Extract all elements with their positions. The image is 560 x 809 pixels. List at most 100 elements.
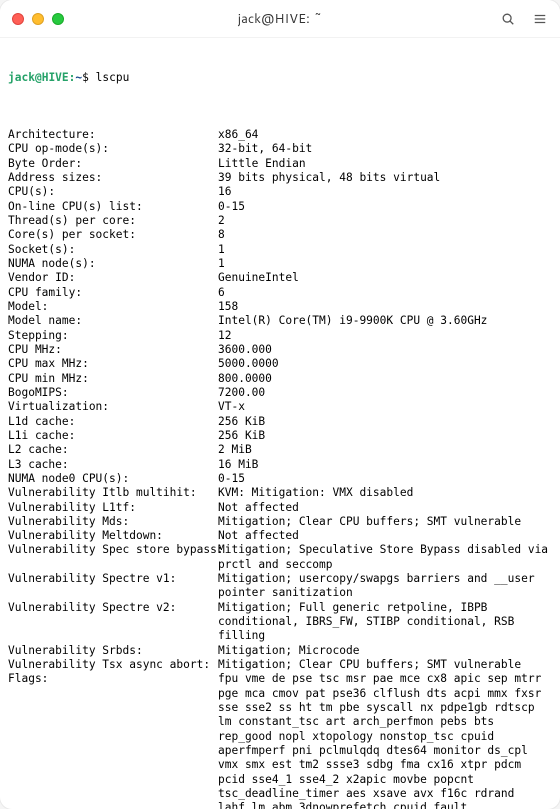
- output-label: CPU MHz:: [8, 343, 218, 357]
- output-value: Intel(R) Core(TM) i9-9900K CPU @ 3.60GHz: [218, 314, 552, 328]
- output-row: Socket(s):1: [8, 243, 552, 257]
- output-label: Flags:: [8, 672, 218, 686]
- output-label: Byte Order:: [8, 157, 218, 171]
- output-value: 16 MiB: [218, 458, 552, 472]
- close-icon[interactable]: [12, 13, 24, 25]
- output-row: L2 cache:2 MiB: [8, 443, 552, 457]
- output-value: x86_64: [218, 128, 552, 142]
- prompt-user: jack: [8, 71, 35, 84]
- output-label: L3 cache:: [8, 458, 218, 472]
- output-row: Flags:fpu vme de pse tsc msr pae mce cx8…: [8, 672, 552, 809]
- output-value: 2: [218, 214, 552, 228]
- output-label: Vulnerability Meltdown:: [8, 529, 218, 543]
- output-value: 800.0000: [218, 372, 552, 386]
- minimize-icon[interactable]: [32, 13, 44, 25]
- output-row: CPU op-mode(s):32-bit, 64-bit: [8, 142, 552, 156]
- output-label: Vulnerability Spectre v2:: [8, 601, 218, 615]
- output-label: Thread(s) per core:: [8, 214, 218, 228]
- output-row: Virtualization:VT-x: [8, 400, 552, 414]
- output-row: L1i cache:256 KiB: [8, 429, 552, 443]
- output-row: Vulnerability Spectre v2:Mitigation; Ful…: [8, 601, 552, 644]
- output-row: L1d cache:256 KiB: [8, 415, 552, 429]
- output-row: Model:158: [8, 300, 552, 314]
- output-label: Model name:: [8, 314, 218, 328]
- prompt-line-1: jack@HIVE:~$ lscpu: [8, 71, 552, 85]
- output-row: Vulnerability Spectre v1:Mitigation; use…: [8, 572, 552, 601]
- output-row: Vulnerability Tsx async abort:Mitigation…: [8, 658, 552, 672]
- output-row: Vulnerability Meltdown:Not affected: [8, 529, 552, 543]
- window-controls: [12, 13, 64, 25]
- output-row: Core(s) per socket:8: [8, 228, 552, 242]
- output-row: Architecture:x86_64: [8, 128, 552, 142]
- output-label: Vulnerability Spec store bypass:: [8, 543, 218, 557]
- output-row: CPU(s):16: [8, 185, 552, 199]
- output-value: GenuineIntel: [218, 271, 552, 285]
- output-row: NUMA node(s):1: [8, 257, 552, 271]
- output-value: 32-bit, 64-bit: [218, 142, 552, 156]
- output-label: NUMA node0 CPU(s):: [8, 472, 218, 486]
- output-value: 16: [218, 185, 552, 199]
- output-value: 158: [218, 300, 552, 314]
- output-row: Model name:Intel(R) Core(TM) i9-9900K CP…: [8, 314, 552, 328]
- terminal-window: jack@HIVE: ~ jack@HIVE:~$ lscpu Architec…: [0, 0, 560, 809]
- output-label: Socket(s):: [8, 243, 218, 257]
- output-label: CPU max MHz:: [8, 357, 218, 371]
- output-value: 1: [218, 257, 552, 271]
- output-value: Mitigation; Full generic retpoline, IBPB…: [218, 601, 552, 644]
- output-value: 0-15: [218, 472, 552, 486]
- output-value: 39 bits physical, 48 bits virtual: [218, 171, 552, 185]
- output-row: Address sizes:39 bits physical, 48 bits …: [8, 171, 552, 185]
- output-value: Little Endian: [218, 157, 552, 171]
- output-label: Vulnerability L1tf:: [8, 501, 218, 515]
- output-value: 7200.00: [218, 386, 552, 400]
- output-label: CPU family:: [8, 286, 218, 300]
- output-value: 1: [218, 243, 552, 257]
- output-label: Core(s) per socket:: [8, 228, 218, 242]
- output-label: Vulnerability Srbds:: [8, 644, 218, 658]
- output-label: Vendor ID:: [8, 271, 218, 285]
- output-label: On-line CPU(s) list:: [8, 200, 218, 214]
- output-row: On-line CPU(s) list:0-15: [8, 200, 552, 214]
- output-value: Mitigation; Microcode: [218, 644, 552, 658]
- output-row: NUMA node0 CPU(s):0-15: [8, 472, 552, 486]
- output-row: CPU MHz:3600.000: [8, 343, 552, 357]
- window-title: jack@HIVE: ~: [0, 10, 560, 28]
- output-row: BogoMIPS:7200.00: [8, 386, 552, 400]
- output-value: 8: [218, 228, 552, 242]
- output-label: CPU op-mode(s):: [8, 142, 218, 156]
- output-value: Not affected: [218, 501, 552, 515]
- prompt-at: @: [35, 71, 42, 84]
- output-row: Vulnerability Mds:Mitigation; Clear CPU …: [8, 515, 552, 529]
- output-row: Vulnerability Itlb multihit:KVM: Mitigat…: [8, 486, 552, 500]
- output-row: CPU family:6: [8, 286, 552, 300]
- maximize-icon[interactable]: [52, 13, 64, 25]
- output-row: L3 cache:16 MiB: [8, 458, 552, 472]
- titlebar: jack@HIVE: ~: [0, 0, 560, 38]
- output-value: 256 KiB: [218, 415, 552, 429]
- typed-command: lscpu: [96, 71, 130, 84]
- output-value: 6: [218, 286, 552, 300]
- output-value: 0-15: [218, 200, 552, 214]
- titlebar-actions: [500, 11, 548, 27]
- output-label: Architecture:: [8, 128, 218, 142]
- output-label: Address sizes:: [8, 171, 218, 185]
- output-value: 5000.0000: [218, 357, 552, 371]
- output-label: NUMA node(s):: [8, 257, 218, 271]
- output-value: Mitigation; Clear CPU buffers; SMT vulne…: [218, 515, 552, 529]
- search-icon[interactable]: [500, 11, 516, 27]
- terminal-body[interactable]: jack@HIVE:~$ lscpu Architecture:x86_64CP…: [0, 38, 560, 809]
- output-label: L1i cache:: [8, 429, 218, 443]
- output-label: Stepping:: [8, 329, 218, 343]
- output-label: Vulnerability Mds:: [8, 515, 218, 529]
- menu-icon[interactable]: [532, 11, 548, 27]
- output-value: 3600.000: [218, 343, 552, 357]
- output-row: Vulnerability Spec store bypass:Mitigati…: [8, 543, 552, 572]
- output-value: 2 MiB: [218, 443, 552, 457]
- output-row: Vulnerability Srbds:Mitigation; Microcod…: [8, 644, 552, 658]
- output-row: Byte Order:Little Endian: [8, 157, 552, 171]
- output-label: BogoMIPS:: [8, 386, 218, 400]
- output-label: L1d cache:: [8, 415, 218, 429]
- output-label: Vulnerability Spectre v1:: [8, 572, 218, 586]
- output-label: L2 cache:: [8, 443, 218, 457]
- output-row: Stepping:12: [8, 329, 552, 343]
